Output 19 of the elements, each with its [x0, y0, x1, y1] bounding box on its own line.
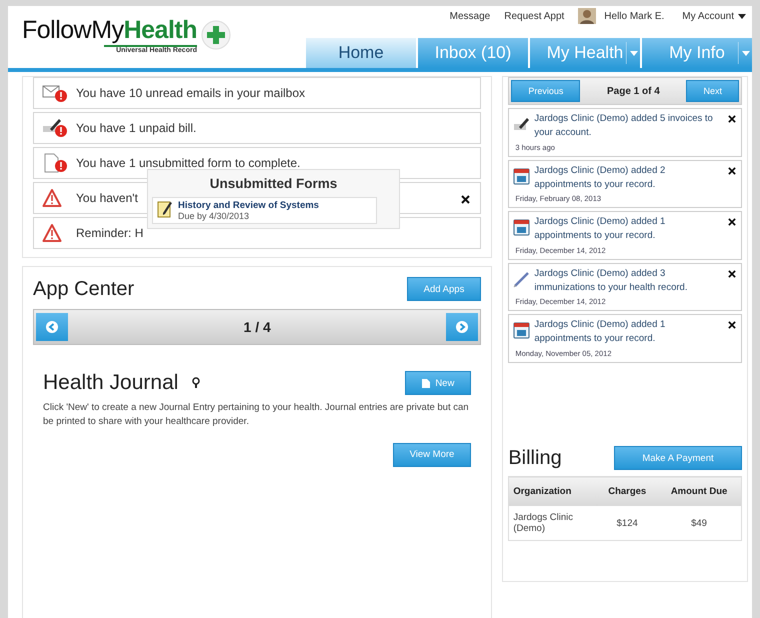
table-cell: $49: [657, 506, 742, 540]
alert-text: You have 1 unpaid bill.: [76, 121, 196, 135]
alert-text: You have 10 unread emails in your mailbox: [76, 86, 306, 100]
column-header: Organization: [508, 476, 598, 506]
journal-description: Click 'New' to create a new Journal Entry pertaining to your health. Journal entries are private but can be printed to share with your healthcare provider.: [43, 401, 470, 429]
alert-text: You have 1 unsubmitted form to complete.: [76, 156, 300, 170]
table-cell: Jardogs Clinic (Demo): [508, 506, 598, 540]
column-header: Amount Due: [657, 476, 742, 506]
alert-text: Reminder: H: [76, 226, 144, 240]
table-cell: $124: [597, 506, 658, 540]
journal-title: Health Journal: [43, 371, 178, 395]
logo-wordmark: FollowMyHealth: [22, 16, 197, 45]
user-greeting: Hello Mark E.: [604, 10, 664, 22]
alert-text: You haven't: [76, 191, 138, 205]
section-title: App Center: [33, 278, 134, 300]
section-title: Billing: [508, 446, 562, 470]
column-header: Charges: [597, 476, 658, 506]
page-indicator: Page 1 of 4: [607, 86, 660, 96]
page-indicator: 1 / 4: [244, 319, 271, 335]
